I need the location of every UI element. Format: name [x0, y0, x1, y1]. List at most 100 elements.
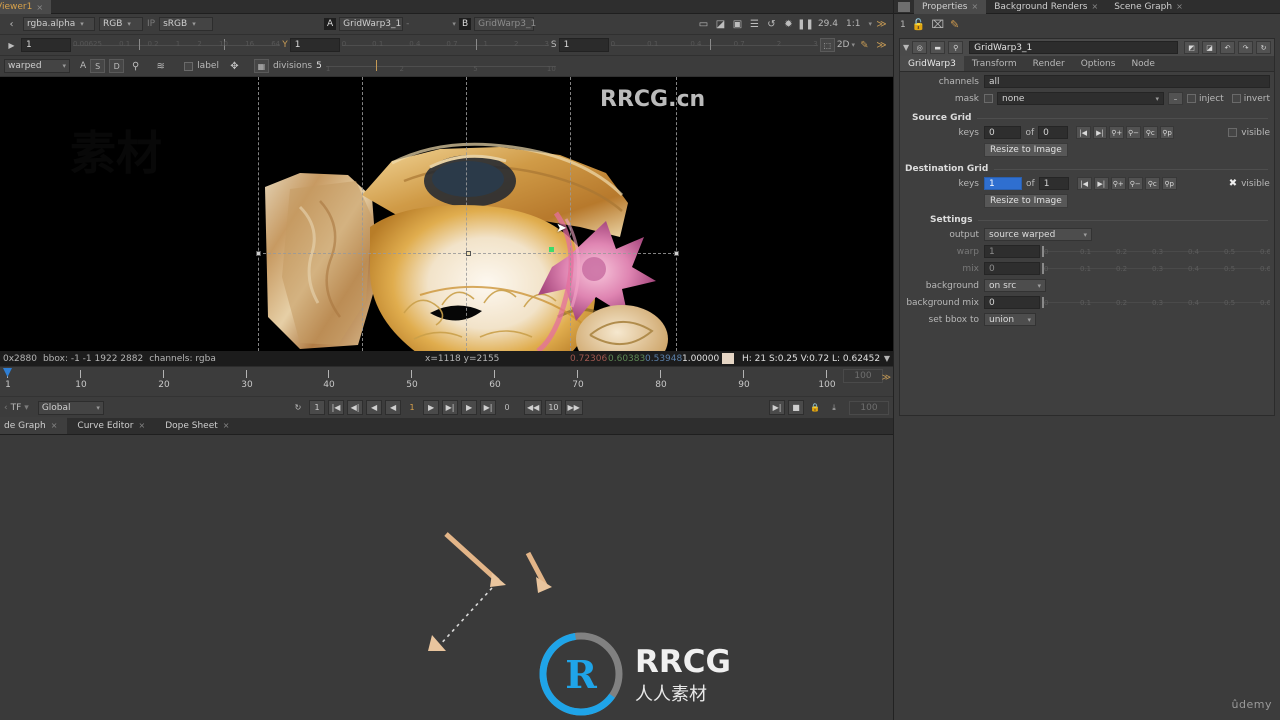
background-mix-value[interactable]: 0: [984, 296, 1040, 309]
output-selector[interactable]: source warped ▾: [984, 228, 1092, 241]
saturation-input[interactable]: 1: [558, 38, 609, 52]
node-tab-gridwarp3[interactable]: GridWarp3: [900, 56, 964, 71]
close-icon[interactable]: ×: [1176, 2, 1183, 11]
chevron-down-icon[interactable]: ▾: [452, 20, 456, 28]
play-small-icon[interactable]: ▶: [4, 38, 19, 52]
chevron-left-icon[interactable]: ‹: [4, 403, 8, 413]
lock-icon[interactable]: 🔓: [912, 18, 926, 31]
next-keyframe-button[interactable]: ▶: [461, 400, 478, 415]
destination-keys-value[interactable]: 1: [984, 177, 1022, 190]
chevron-down-icon[interactable]: ▼: [884, 354, 890, 363]
chevron-down-icon[interactable]: ▾: [24, 403, 29, 413]
source-first-key-icon[interactable]: |◀: [1075, 126, 1091, 139]
tab-viewer1[interactable]: Viewer1 ×: [0, 0, 52, 14]
grid-handle[interactable]: [256, 251, 261, 256]
timeline[interactable]: 1 10 20 30 40 50 60 70 80 90 100 100 ≫: [0, 366, 893, 396]
warp-output-selector[interactable]: warped ▾: [4, 59, 70, 73]
pause-icon[interactable]: ❚❚: [797, 17, 814, 31]
scope-selector[interactable]: Global ▾: [37, 400, 104, 415]
frame-start-field[interactable]: 1: [309, 400, 326, 415]
proxy-icon[interactable]: ▣: [730, 17, 745, 31]
node-tab-options[interactable]: Options: [1073, 56, 1124, 71]
current-frame-field[interactable]: 1: [404, 400, 420, 415]
input-b-selector[interactable]: GridWarp3_1: [474, 17, 536, 31]
curve-icon[interactable]: ⚲: [128, 59, 143, 73]
gamma-slider[interactable]: 0 0.1 0.4 0.7 1 2 3: [341, 38, 549, 52]
refresh-icon[interactable]: ↺: [764, 17, 779, 31]
source-resize-to-image-button[interactable]: Resize to Image: [984, 142, 1068, 157]
stop-icon[interactable]: ■: [788, 400, 805, 415]
grid-handle-selected[interactable]: [466, 251, 471, 256]
saturation-slider[interactable]: 0 0.1 0.4 0.7 2 3: [610, 38, 818, 52]
source-last-key-icon[interactable]: ▶|: [1092, 126, 1108, 139]
clear-icon[interactable]: ⌧: [931, 18, 944, 31]
chevron-left-icon[interactable]: ‹: [4, 17, 19, 31]
gamma-input[interactable]: 1: [289, 38, 340, 52]
play-backward-button[interactable]: ◀: [366, 400, 383, 415]
close-icon[interactable]: ×: [971, 2, 978, 11]
close-icon[interactable]: ×: [36, 3, 43, 12]
destination-of-value[interactable]: 1: [1038, 177, 1069, 190]
play-forward-button[interactable]: ▶|: [442, 400, 459, 415]
node-mask-icon[interactable]: ▬: [930, 41, 946, 54]
pen-icon[interactable]: ✎: [857, 38, 872, 52]
ripple-icon[interactable]: ≋: [153, 59, 168, 73]
destination-visible-checkbox[interactable]: ✖: [1229, 179, 1237, 189]
source-keys-value[interactable]: 0: [984, 126, 1022, 139]
tab-background-renders[interactable]: Background Renders ×: [986, 0, 1106, 14]
chevron-down-icon[interactable]: ▾: [851, 41, 855, 49]
gain-input[interactable]: 1: [21, 38, 71, 52]
source-of-value[interactable]: 0: [1038, 126, 1068, 139]
destination-paste-key-icon[interactable]: ⚲p: [1161, 177, 1177, 190]
source-add-key-icon[interactable]: ⚲+: [1109, 126, 1125, 139]
move-icon[interactable]: ✥: [227, 59, 242, 73]
divisions-slider[interactable]: 1 2 5 10: [325, 59, 556, 73]
destination-last-key-icon[interactable]: ▶|: [1093, 177, 1109, 190]
loop-icon[interactable]: ↻: [290, 400, 306, 415]
close-icon[interactable]: ×: [51, 421, 58, 430]
text-tool-icon[interactable]: A: [80, 61, 86, 71]
close-icon[interactable]: ×: [223, 421, 230, 430]
node-color-icon[interactable]: ◎: [912, 41, 928, 54]
inject-checkbox[interactable]: [1186, 94, 1196, 103]
node-pick-icon[interactable]: ⚲: [948, 41, 964, 54]
chevron-down-icon[interactable]: ▾: [868, 20, 872, 28]
grid-icon[interactable]: ▦: [253, 59, 269, 73]
undo-icon[interactable]: ↶: [1220, 41, 1235, 54]
revert-icon[interactable]: ↻: [1256, 41, 1271, 54]
prev-keyframe-button[interactable]: ◀|: [347, 400, 364, 415]
node-tab-render[interactable]: Render: [1025, 56, 1073, 71]
sync-icon[interactable]: ✹: [781, 17, 796, 31]
divisions-value[interactable]: 5: [316, 61, 322, 71]
channels-input[interactable]: all: [984, 75, 1270, 88]
list-icon[interactable]: ☰: [747, 17, 762, 31]
expand-icon[interactable]: ≫: [882, 373, 891, 383]
source-remove-key-icon[interactable]: ⚲−: [1126, 126, 1141, 139]
step-forward-button[interactable]: ▶: [423, 400, 440, 415]
download-icon[interactable]: ⤓: [826, 400, 842, 415]
expand-icon[interactable]: ≫: [874, 17, 889, 31]
set-bbox-selector[interactable]: union ▾: [984, 313, 1036, 326]
source-visible-checkbox[interactable]: [1228, 128, 1238, 137]
display-selector[interactable]: RGB ▾: [99, 17, 143, 31]
warp-value[interactable]: 1: [984, 245, 1040, 258]
colorspace-selector[interactable]: sRGB ▾: [159, 17, 214, 31]
tab-node-graph[interactable]: de Graph ×: [0, 417, 68, 434]
label-checkbox[interactable]: [184, 61, 194, 71]
destination-grid-icon[interactable]: D: [109, 59, 125, 73]
node-swatch1-icon[interactable]: ◩: [1184, 41, 1199, 54]
jump-end-button[interactable]: ▶|: [480, 400, 497, 415]
key-zero-field[interactable]: 0: [499, 400, 515, 415]
pencil-icon[interactable]: ✎: [950, 18, 959, 31]
node-name-field[interactable]: GridWarp3_1: [969, 41, 1178, 54]
end-frame-box[interactable]: 100: [849, 400, 890, 415]
mask-minus-button[interactable]: –: [1167, 92, 1183, 105]
rewind-button[interactable]: ◀◀: [524, 400, 543, 415]
warp-slider[interactable]: 00.1 0.20.3 0.40.5 0.60.7 0.8: [1042, 245, 1270, 258]
lock-icon[interactable]: 🔒: [807, 400, 823, 415]
source-paste-key-icon[interactable]: ⚲p: [1159, 126, 1175, 139]
background-mix-slider[interactable]: 00.1 0.20.3 0.40.5 0.60.7 0.8: [1042, 296, 1270, 309]
background-selector[interactable]: on src ▾: [984, 279, 1046, 292]
close-icon[interactable]: ×: [1091, 2, 1098, 11]
destination-resize-to-image-button[interactable]: Resize to Image: [984, 193, 1068, 208]
